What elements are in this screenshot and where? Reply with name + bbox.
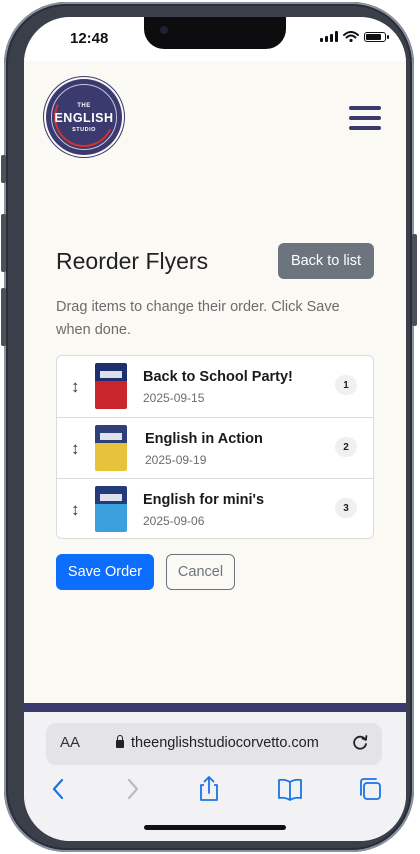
phone-frame: 12:48 THE ENGLISH STUDIO Reorder Flyers … [1, 2, 417, 852]
volume-up-button [1, 214, 6, 272]
url-text[interactable]: theenglishstudiocorvetto.com [131, 735, 319, 751]
power-button [412, 234, 417, 326]
flyer-item[interactable]: ↕ Back to School Party! 2025-09-15 1 [57, 356, 373, 417]
flyer-date: 2025-09-06 [143, 514, 205, 528]
drag-handle-icon[interactable]: ↕ [71, 439, 80, 459]
address-bar[interactable]: AA theenglishstudiocorvetto.com [46, 723, 382, 765]
home-indicator [144, 825, 286, 830]
battery-icon [364, 32, 389, 42]
lock-icon [116, 735, 124, 748]
front-camera [160, 26, 168, 34]
share-icon[interactable] [194, 774, 224, 804]
back-arrow-icon[interactable] [44, 774, 74, 804]
wifi-icon [343, 31, 359, 42]
position-badge: 1 [335, 375, 357, 395]
page-title: Reorder Flyers [56, 248, 209, 274]
status-icons [320, 31, 389, 42]
instructions-text: Drag items to change their order. Click … [56, 299, 340, 338]
flyer-date: 2025-09-15 [143, 391, 205, 405]
browser-chrome: AA theenglishstudiocorvetto.com [24, 712, 406, 841]
volume-down-button [1, 288, 6, 346]
hamburger-menu-icon[interactable] [349, 106, 381, 130]
bookmarks-icon[interactable] [275, 774, 305, 804]
flyer-title: Back to School Party! [143, 369, 293, 385]
notch [144, 17, 286, 49]
flyer-title: English in Action [145, 431, 263, 447]
flyer-thumbnail [95, 486, 127, 532]
status-time: 12:48 [70, 30, 109, 47]
flyer-title: English for mini's [143, 492, 265, 508]
position-badge: 3 [335, 498, 357, 518]
flyer-item[interactable]: ↕ English in Action 2025-09-19 2 [57, 417, 373, 479]
flyer-thumbnail [95, 425, 127, 471]
text-size-button[interactable]: AA [60, 734, 80, 751]
flyer-date: 2025-09-19 [145, 453, 207, 467]
save-order-button[interactable]: Save Order [56, 554, 154, 590]
mute-switch [1, 155, 6, 183]
browser-toolbar [24, 774, 406, 810]
drag-handle-icon[interactable]: ↕ [71, 377, 80, 397]
back-to-list-button[interactable]: Back to list [278, 243, 374, 279]
position-badge: 2 [335, 437, 357, 457]
flyer-item[interactable]: ↕ English for mini's 2025-09-06 3 [57, 478, 373, 540]
screen: 12:48 THE ENGLISH STUDIO Reorder Flyers … [24, 17, 406, 841]
logo-text-studio: STUDIO [72, 127, 96, 133]
flyer-thumbnail [95, 363, 127, 409]
forward-arrow-icon[interactable] [117, 774, 147, 804]
logo-text-the: THE [77, 103, 91, 109]
tabs-icon[interactable] [355, 774, 385, 804]
cancel-button[interactable]: Cancel [166, 554, 235, 590]
signal-icon [320, 31, 338, 42]
logo-text-english: ENGLISH [54, 111, 114, 125]
flyer-list: ↕ Back to School Party! 2025-09-15 1 ↕ E… [56, 355, 374, 539]
site-logo[interactable]: THE ENGLISH STUDIO [45, 78, 123, 156]
drag-handle-icon[interactable]: ↕ [71, 500, 80, 520]
status-bar: 12:48 [24, 17, 406, 61]
reload-icon[interactable] [350, 732, 370, 752]
footer-strip [24, 703, 406, 712]
